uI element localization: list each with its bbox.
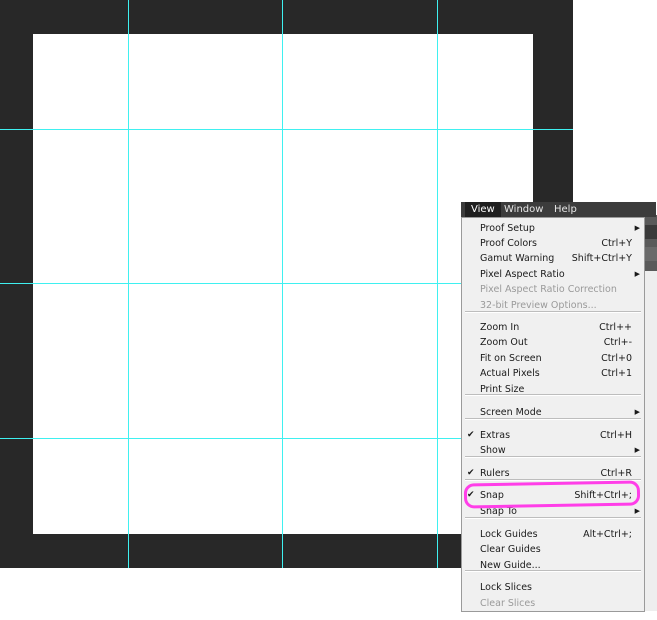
menu-item-zoom-out[interactable]: Zoom Out Ctrl+-: [462, 335, 644, 350]
menu-item-label: Proof Colors: [480, 238, 537, 249]
submenu-arrow-icon: ▶: [634, 270, 640, 278]
menu-item-shortcut: Ctrl++: [599, 322, 632, 333]
menu-item-label: Fit on Screen: [480, 353, 542, 364]
menu-window[interactable]: Window: [498, 202, 549, 217]
menu-item-clear-guides[interactable]: Clear Guides: [462, 542, 644, 557]
snap-annotation-circle: [463, 480, 641, 509]
menu-item-label: Proof Setup: [480, 223, 535, 234]
menu-separator: [465, 456, 641, 458]
menu-separator: [465, 570, 641, 572]
menu-view[interactable]: View: [465, 202, 501, 217]
vertical-guide[interactable]: [128, 0, 129, 568]
menu-separator: [465, 418, 641, 420]
vertical-guide[interactable]: [437, 0, 438, 568]
menu-item-shortcut: Ctrl+1: [601, 368, 632, 379]
menu-item-pixel-aspect-ratio[interactable]: Pixel Aspect Ratio ▶: [462, 267, 644, 282]
menu-item-gamut-warning[interactable]: Gamut Warning Shift+Ctrl+Y: [462, 251, 644, 266]
menu-item-label: Pixel Aspect Ratio: [480, 269, 565, 280]
submenu-arrow-icon: ▶: [634, 224, 640, 232]
menu-item-shortcut: Ctrl+0: [601, 353, 632, 364]
menu-item-shortcut: Ctrl+Y: [601, 238, 632, 249]
vertical-guide[interactable]: [282, 0, 283, 568]
horizontal-guide[interactable]: [0, 129, 573, 130]
view-menu-dropdown: Proof Setup ▶ Proof Colors Ctrl+Y Gamut Warn…: [461, 217, 645, 612]
menu-item-label: Zoom In: [480, 322, 520, 333]
menu-item-actual-pixels[interactable]: Actual Pixels Ctrl+1: [462, 366, 644, 381]
document-canvas[interactable]: [33, 34, 533, 534]
menu-item-lock-slices[interactable]: Lock Slices: [462, 580, 644, 595]
menu-item-pixel-aspect-ratio-correction: Pixel Aspect Ratio Correction: [462, 282, 644, 297]
menu-item-label: Pixel Aspect Ratio Correction: [480, 284, 617, 295]
menu-item-label: Zoom Out: [480, 337, 528, 348]
menu-item-label: Clear Slices: [480, 598, 536, 609]
menu-item-shortcut: Ctrl+-: [603, 337, 632, 348]
menu-help[interactable]: Help: [548, 202, 583, 217]
menu-item-fit-on-screen[interactable]: Fit on Screen Ctrl+0: [462, 351, 644, 366]
menu-item-label: Lock Slices: [480, 582, 533, 593]
menu-separator: [465, 517, 641, 519]
menu-item-clear-slices: Clear Slices: [462, 596, 644, 611]
menu-item-shortcut: Ctrl+H: [599, 430, 632, 441]
background-panel-edge: [645, 271, 657, 611]
menu-item-lock-guides[interactable]: Lock Guides Alt+Ctrl+;: [462, 527, 644, 542]
menu-item-proof-setup[interactable]: Proof Setup ▶: [462, 221, 644, 236]
menu-item-label: Extras: [480, 430, 511, 441]
menu-item-shortcut: Shift+Ctrl+Y: [571, 253, 632, 264]
menu-item-label: Gamut Warning: [480, 253, 555, 264]
menu-separator: [465, 394, 641, 396]
menu-item-shortcut: Alt+Ctrl+;: [583, 529, 632, 540]
menu-item-zoom-in[interactable]: Zoom In Ctrl++: [462, 320, 644, 335]
menu-item-label: Actual Pixels: [480, 368, 540, 379]
menu-item-label: Clear Guides: [480, 544, 541, 555]
menu-bar: View Window Help: [461, 202, 656, 217]
menu-item-extras[interactable]: ✔ Extras Ctrl+H: [462, 428, 644, 443]
menu-item-label: Lock Guides: [480, 529, 538, 540]
checkmark-icon: ✔: [467, 430, 475, 440]
menu-item-proof-colors[interactable]: Proof Colors Ctrl+Y: [462, 236, 644, 251]
menu-separator: [465, 311, 641, 313]
